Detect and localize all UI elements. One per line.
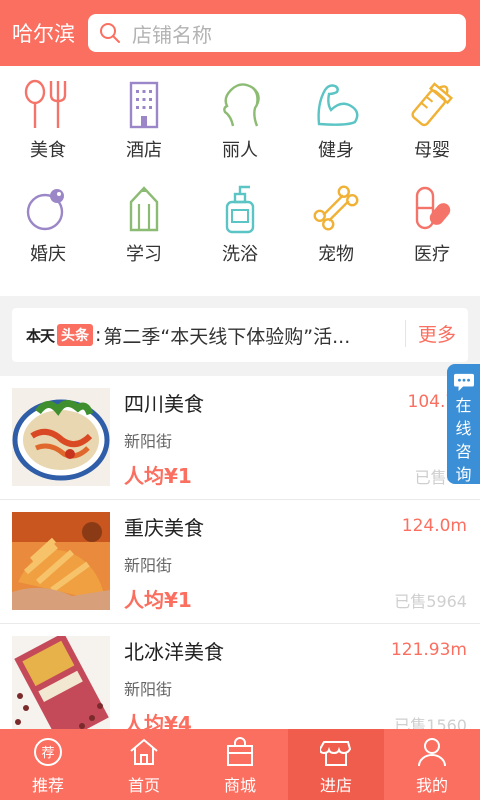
tab-store[interactable]: 进店 — [288, 729, 384, 800]
online-consult-button[interactable]: 在 线 咨 询 — [447, 364, 480, 484]
headline-logo: 本天 头条 — [26, 324, 94, 346]
home-icon — [130, 738, 158, 765]
tab-label: 推荐 — [31, 776, 64, 795]
shop-list: 四川美食 新阳街 人均¥1 104.73 已售46 重庆美食 新阳街 人均¥1 … — [0, 376, 480, 730]
shop-name: 北冰洋美食 — [124, 640, 224, 664]
shop-thumbnail — [12, 636, 110, 730]
category-label: 健身 — [318, 140, 354, 161]
notice-separator: : — [95, 324, 102, 346]
more-link[interactable]: 更多 — [404, 320, 456, 347]
shop-thumbnail — [12, 388, 110, 486]
notice-text[interactable]: 第二季“本天线下体验购”活... — [103, 322, 373, 349]
top-header: 哈尔滨 店铺名称 — [0, 0, 480, 66]
category-label: 丽人 — [222, 140, 258, 161]
category-label: 酒店 — [126, 140, 162, 161]
bone-icon — [313, 185, 359, 231]
list-item[interactable]: 北冰洋美食 新阳街 人均¥4 121.93m 已售1560 — [0, 624, 480, 730]
list-item[interactable]: 四川美食 新阳街 人均¥1 104.73 已售46 — [0, 376, 480, 500]
category-wedding[interactable]: 婚庆 — [0, 182, 96, 266]
shop-name: 四川美食 — [124, 392, 204, 416]
category-food[interactable]: 美食 — [0, 78, 96, 162]
user-icon — [418, 738, 446, 767]
city-selector[interactable]: 哈尔滨 — [12, 18, 84, 48]
category-bath[interactable]: 洗浴 — [192, 182, 288, 266]
category-label: 学习 — [126, 244, 162, 265]
category-label: 洗浴 — [222, 244, 258, 265]
category-label: 美食 — [30, 140, 66, 161]
category-label: 宠物 — [318, 244, 354, 265]
shop-street: 新阳街 — [124, 432, 173, 451]
tab-home[interactable]: 首页 — [96, 729, 192, 800]
search-icon — [100, 23, 120, 43]
search-input[interactable]: 店铺名称 — [132, 19, 212, 48]
tab-label: 进店 — [319, 776, 352, 795]
svg-text:荐: 荐 — [41, 746, 54, 761]
tab-recommend[interactable]: 荐 推荐 — [0, 729, 96, 800]
baby-bottle-icon — [411, 82, 454, 127]
category-baby[interactable]: 母婴 — [384, 78, 480, 162]
consult-char: 咨 — [455, 442, 472, 461]
category-study[interactable]: 学习 — [96, 182, 192, 266]
store-icon — [320, 741, 352, 766]
shop-average-price: 人均¥1 — [124, 588, 192, 612]
chat-bubble-icon — [453, 373, 474, 392]
category-fitness[interactable]: 健身 — [288, 78, 384, 162]
shopping-bag-icon — [227, 737, 253, 766]
headline-notice-bar[interactable]: 本天 头条 : 第二季“本天线下体验购”活... 更多 — [12, 308, 468, 362]
category-label: 婚庆 — [30, 244, 66, 265]
medicine-pill-icon — [415, 186, 451, 230]
category-hotel[interactable]: 酒店 — [96, 78, 192, 162]
cutlery-icon — [24, 79, 67, 128]
consult-char: 询 — [455, 465, 472, 484]
category-medical[interactable]: 医疗 — [384, 182, 480, 266]
shop-street: 新阳街 — [124, 680, 173, 699]
category-label: 母婴 — [414, 140, 450, 161]
consult-char: 在 — [455, 396, 472, 415]
tab-label: 首页 — [127, 776, 160, 795]
category-label: 医疗 — [414, 244, 450, 265]
consult-char: 线 — [455, 419, 472, 438]
tab-label: 商城 — [223, 776, 256, 795]
category-beauty[interactable]: 丽人 — [192, 78, 288, 162]
shop-street: 新阳街 — [124, 556, 173, 575]
category-grid: 美食 酒店 丽人 健身 母婴 婚庆 学习 洗浴 宠物 医疗 — [0, 66, 480, 296]
tab-mall[interactable]: 商城 — [192, 729, 288, 800]
hotel-building-icon — [129, 81, 159, 129]
beauty-face-icon — [223, 83, 260, 127]
recommend-icon: 荐 — [34, 738, 62, 766]
shop-average-price: 人均¥1 — [124, 464, 192, 488]
shop-distance: 124.0m — [401, 516, 467, 536]
muscle-arm-icon — [317, 84, 359, 126]
tab-me[interactable]: 我的 — [384, 729, 480, 800]
shop-sold-count: 已售5964 — [394, 592, 467, 611]
shop-thumbnail — [12, 512, 110, 610]
list-item[interactable]: 重庆美食 新阳街 人均¥1 124.0m 已售5964 — [0, 500, 480, 624]
soap-bottle-icon — [225, 185, 255, 234]
shop-distance: 121.93m — [390, 640, 467, 660]
category-pet[interactable]: 宠物 — [288, 182, 384, 266]
wedding-icon — [26, 189, 64, 231]
pencil-icon — [129, 186, 159, 232]
search-bar[interactable]: 店铺名称 — [88, 14, 466, 52]
shop-average-price: 人均¥4 — [124, 712, 192, 730]
shop-sold-count: 已售1560 — [394, 716, 467, 730]
shop-name: 重庆美食 — [124, 516, 204, 540]
bottom-nav: 荐 推荐 首页 商城 进店 我的 — [0, 729, 480, 800]
tab-label: 我的 — [415, 776, 448, 795]
